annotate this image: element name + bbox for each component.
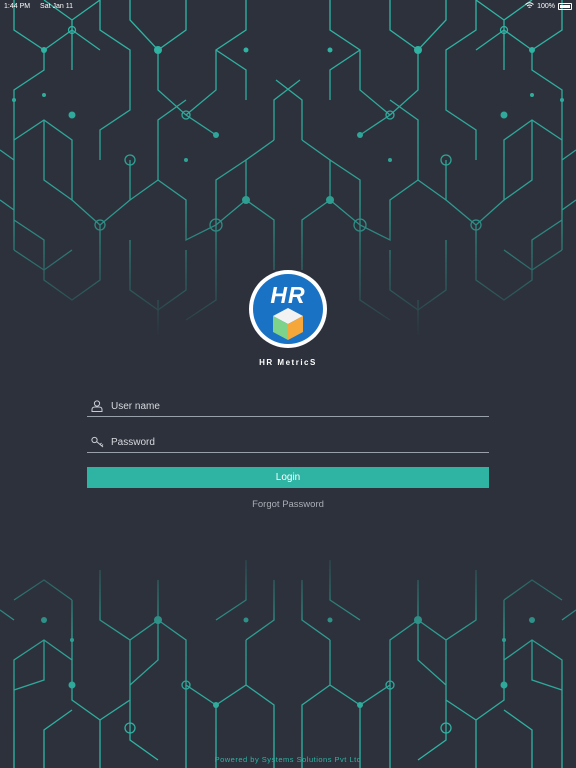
status-bar: 1:44 PM Sat Jan 11 100% <box>0 0 576 12</box>
password-field[interactable] <box>87 432 489 453</box>
login-button[interactable]: Login <box>87 467 489 488</box>
logo-circle: HR <box>253 274 323 344</box>
app-logo: HR <box>249 270 327 348</box>
forgot-password-link[interactable]: Forgot Password <box>0 499 576 510</box>
circuit-background-bottom <box>0 560 576 768</box>
status-time: 1:44 PM <box>4 2 31 10</box>
logo-text: HR <box>270 282 306 308</box>
footer-powered-by: Powered by Systems Solutions Pvt Ltd <box>214 755 362 764</box>
status-date: Sat Jan 11 <box>40 2 73 10</box>
app-title: HR MetricS <box>259 358 317 367</box>
user-icon <box>89 398 105 414</box>
username-field[interactable] <box>87 396 489 417</box>
status-right: 100% <box>525 1 572 11</box>
key-icon <box>89 434 105 450</box>
password-input[interactable] <box>111 436 489 448</box>
battery-percent: 100% <box>537 2 555 10</box>
status-left: 1:44 PM Sat Jan 11 <box>4 3 81 10</box>
cube-icon <box>273 308 303 340</box>
battery-icon <box>558 2 572 10</box>
wifi-icon <box>525 1 534 11</box>
login-screen: 1:44 PM Sat Jan 11 100% HR HR MetricS Us… <box>0 0 576 768</box>
username-input[interactable] <box>111 400 489 412</box>
